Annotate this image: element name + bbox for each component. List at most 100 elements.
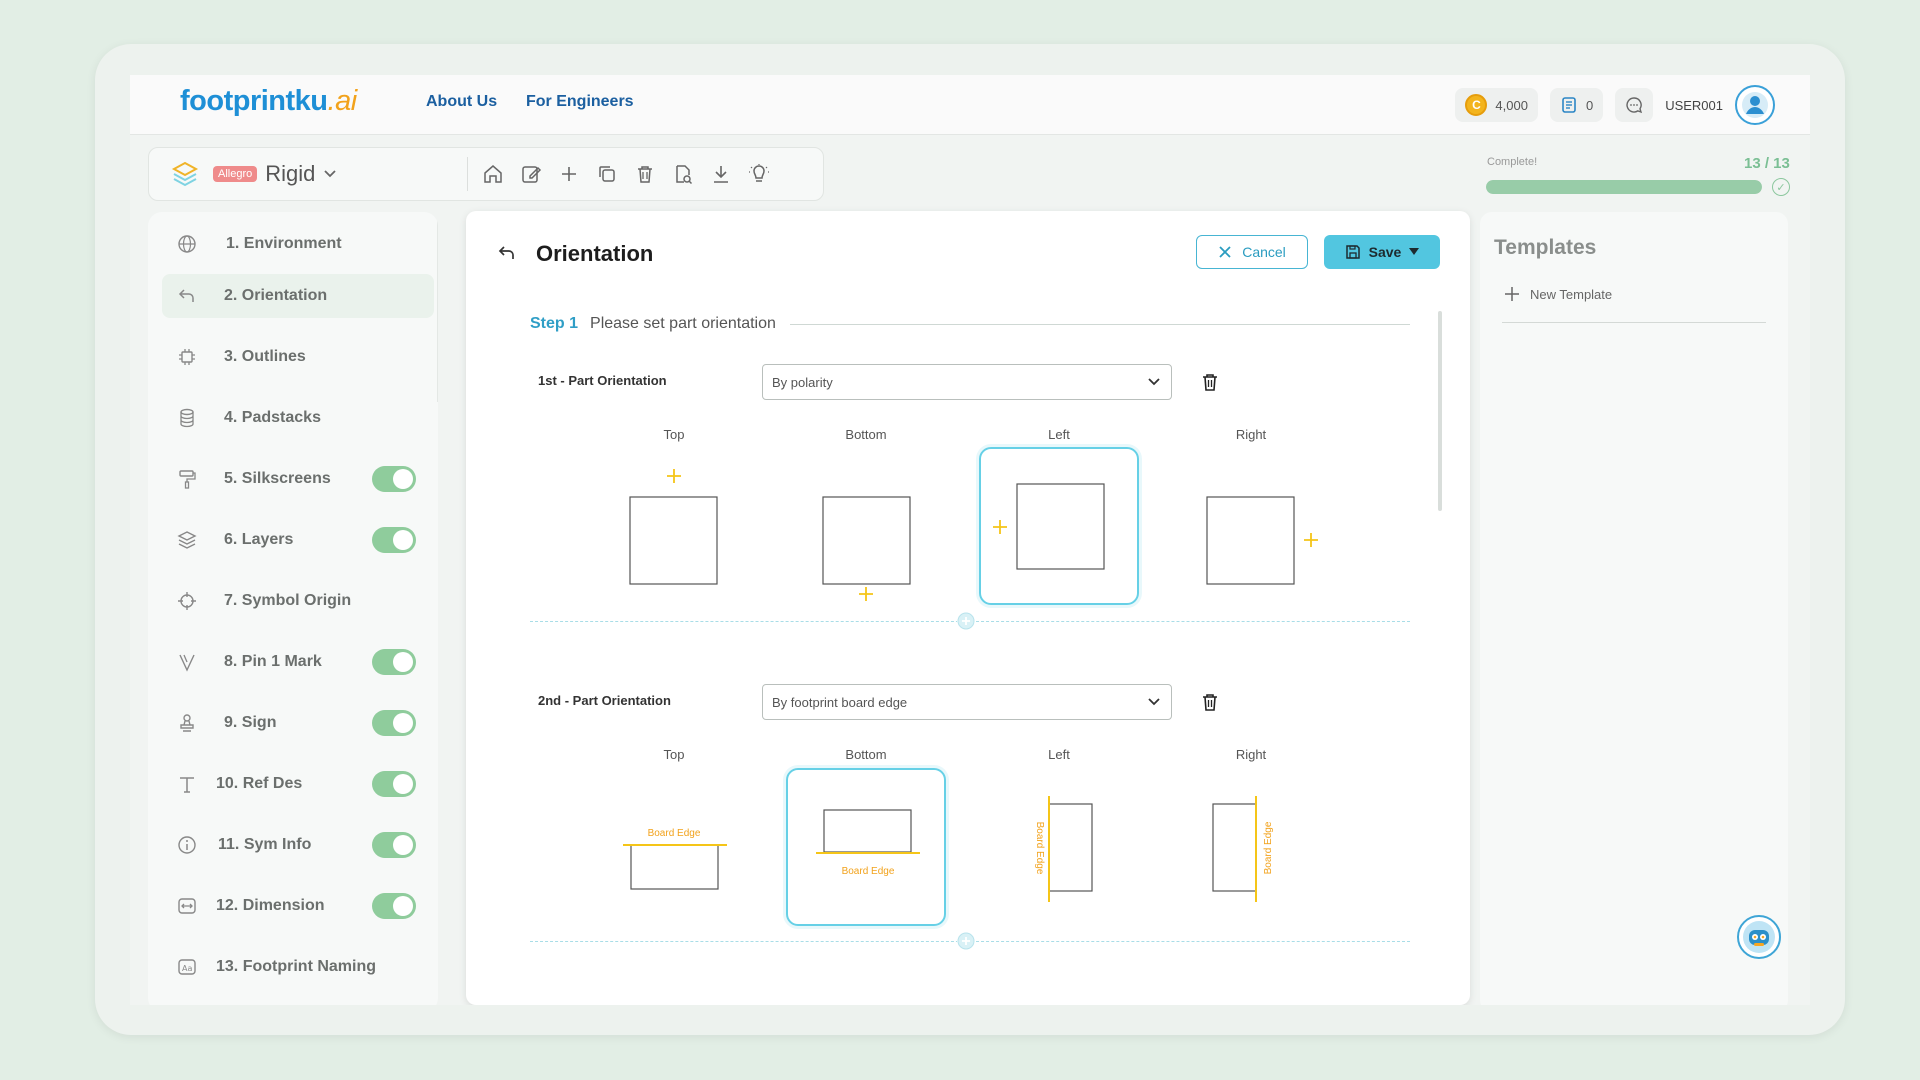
sidebar-item-label: 11. Sym Info (218, 836, 312, 853)
step-header: Step 1 Please set part orientation (530, 315, 1410, 333)
silkscreens-toggle[interactable] (372, 466, 416, 492)
orientation-1-option-right[interactable] (1171, 447, 1331, 605)
edit-icon[interactable] (520, 163, 542, 185)
orientation-2-option-bottom[interactable]: Board Edge (786, 768, 946, 926)
panel-scrollbar[interactable] (1438, 311, 1442, 511)
sidebar-item-padstacks[interactable]: 4. Padstacks (148, 396, 438, 440)
progress-count: 13 / 13 (1744, 155, 1790, 172)
database-icon (180, 408, 194, 428)
logo[interactable]: footprintku.ai (180, 85, 357, 118)
sidebar-item-symbol-origin[interactable]: 7. Symbol Origin (148, 579, 438, 623)
sidebar-item-orientation[interactable]: 2. Orientation (162, 274, 434, 318)
add-circle-icon (957, 932, 975, 950)
cancel-button[interactable]: Cancel (1196, 235, 1308, 269)
sym-info-toggle[interactable] (372, 832, 416, 858)
orientation-1-option-left[interactable] (979, 447, 1139, 605)
sidebar-item-layers[interactable]: 6. Layers (148, 518, 438, 562)
logo-suffix: .ai (327, 85, 358, 117)
orientation-1-select[interactable]: By polarity (762, 364, 1172, 400)
orientation-2-option-right[interactable]: Board Edge (1171, 768, 1331, 926)
delete-orientation-2-icon[interactable] (1200, 692, 1220, 712)
nav-about-us[interactable]: About Us (426, 93, 497, 111)
layers-icon (177, 531, 197, 549)
pin-1-mark-toggle[interactable] (372, 649, 416, 675)
orientation-1-option-top[interactable] (594, 447, 754, 605)
new-template-button[interactable]: New Template (1504, 286, 1612, 302)
plus-icon (1505, 287, 1519, 301)
save-button[interactable]: Save (1324, 235, 1440, 269)
option-right-label: Right (1235, 747, 1267, 762)
option-top-label: Top (663, 747, 685, 762)
user-avatar[interactable] (1735, 85, 1775, 125)
back-arrow-icon[interactable] (496, 242, 518, 264)
templates-divider (1502, 322, 1766, 323)
caret-down-icon[interactable] (1409, 248, 1420, 256)
sidebar-item-silkscreens[interactable]: 5. Silkscreens (148, 457, 438, 501)
user-icon (1742, 92, 1768, 118)
editor-toolbar: Allegro Rigid (148, 147, 824, 201)
copy-icon[interactable] (596, 163, 618, 185)
orientation-2-option-top[interactable]: Board Edge (594, 768, 754, 926)
sidebar-item-label: 3. Outlines (224, 348, 306, 365)
layers-toggle[interactable] (372, 527, 416, 553)
dimension-toggle[interactable] (372, 893, 416, 919)
trash-icon[interactable] (634, 163, 656, 185)
credits-value: 4,000 (1495, 97, 1528, 113)
sidebar-item-label: 1. Environment (226, 235, 342, 252)
coin-icon: C (1465, 94, 1488, 116)
paint-roller-icon (179, 470, 196, 489)
ref-des-toggle[interactable] (372, 771, 416, 797)
sidebar-item-label: 9. Sign (224, 714, 277, 731)
step-number: Step 1 (530, 315, 579, 332)
sidebar-item-dimension[interactable]: 12. Dimension (148, 884, 438, 928)
sidebar-item-ref-des[interactable]: 10. Ref Des (148, 762, 438, 806)
sign-toggle[interactable] (372, 710, 416, 736)
chevron-down-icon (1148, 698, 1160, 706)
steps-sidebar: 1. Environment 2. Orientation 3. Outline… (148, 212, 438, 1005)
top-header: footprintku.ai About Us For Engineers C … (130, 75, 1810, 135)
assistant-bot-button[interactable] (1737, 915, 1781, 959)
file-search-icon[interactable] (672, 163, 694, 185)
orientation-2-value: By footprint board edge (772, 694, 908, 710)
option-left-label: Left (1048, 747, 1070, 762)
sidebar-item-label: 8. Pin 1 Mark (224, 653, 322, 670)
orientation-1-option-bottom[interactable] (786, 447, 946, 605)
username[interactable]: USER001 (1665, 98, 1723, 113)
add-orientation-button[interactable] (957, 612, 975, 630)
chat-button[interactable] (1615, 88, 1654, 122)
sidebar-item-label: 4. Padstacks (224, 409, 321, 426)
orientation-2-select[interactable]: By footprint board edge (762, 684, 1172, 720)
sidebar-item-label: 7. Symbol Origin (224, 592, 352, 609)
add-orientation-button[interactable] (957, 932, 975, 950)
nav-for-engineers[interactable]: For Engineers (526, 93, 634, 111)
new-template-label: New Template (1530, 286, 1613, 302)
sidebar-item-label: 5. Silkscreens (224, 470, 331, 487)
step-divider (789, 323, 1410, 325)
chevron-down-icon[interactable] (323, 167, 337, 181)
close-icon (1219, 246, 1231, 258)
sidebar-item-environment[interactable]: 1. Environment (148, 222, 438, 266)
svg-text:Aa: Aa (182, 964, 192, 973)
edge-top-diagram: Board Edge (623, 828, 727, 890)
orientation-2-option-left[interactable]: Board Edge (979, 768, 1139, 926)
sidebar-item-label: 12. Dimension (216, 897, 325, 914)
delete-orientation-1-icon[interactable] (1200, 372, 1220, 392)
pin-mark-icon (179, 654, 195, 672)
sidebar-item-pin-1-mark[interactable]: 8. Pin 1 Mark (148, 640, 438, 684)
home-icon[interactable] (482, 163, 504, 185)
download-icon[interactable] (710, 163, 732, 185)
board-edge-label: Board Edge (1034, 822, 1045, 875)
board-type-select[interactable]: Rigid (265, 161, 315, 187)
board-edge-label: Board Edge (648, 828, 701, 839)
crosshair-icon (178, 592, 196, 610)
documents-pill[interactable]: 0 (1549, 88, 1604, 122)
lightbulb-icon[interactable] (748, 163, 770, 185)
sidebar-item-sign[interactable]: 9. Sign (148, 701, 438, 745)
sidebar-item-sym-info[interactable]: 11. Sym Info (148, 823, 438, 867)
sidebar-item-outlines[interactable]: 3. Outlines (148, 335, 438, 379)
add-icon[interactable] (558, 163, 580, 185)
sidebar-item-footprint-naming[interactable]: Aa 13. Footprint Naming (148, 945, 438, 989)
sidebar-item-label: 2. Orientation (224, 287, 328, 304)
credits-pill[interactable]: C 4,000 (1455, 88, 1538, 122)
option-right-label: Right (1235, 427, 1267, 442)
